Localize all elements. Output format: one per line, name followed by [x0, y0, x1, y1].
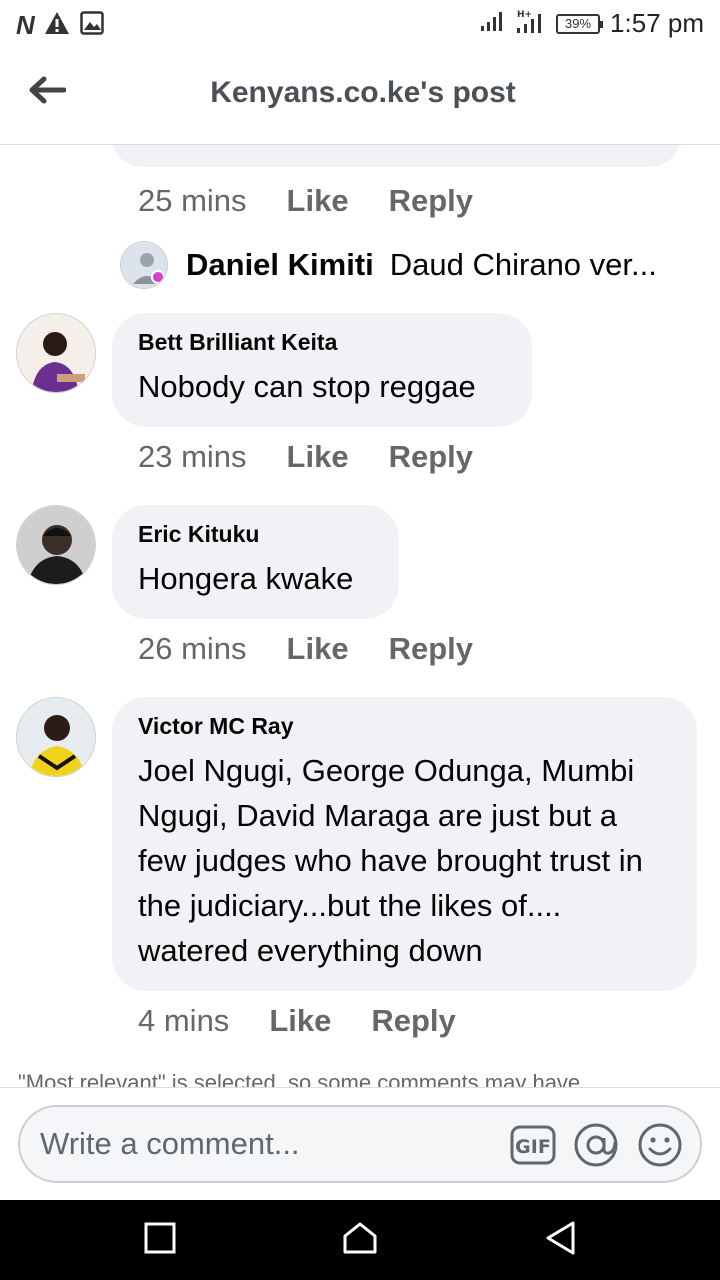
status-left: N — [16, 10, 104, 41]
smiley-icon[interactable] — [637, 1122, 683, 1168]
svg-text:H+: H+ — [517, 10, 532, 20]
like-button[interactable]: Like — [287, 183, 349, 219]
image-icon — [80, 11, 104, 40]
comment-bubble: Bett Brilliant Keita Nobody can stop reg… — [112, 313, 532, 427]
clock: 1:57 pm — [610, 8, 704, 38]
reply-text: Daud Chirano ver... — [389, 247, 657, 282]
square-icon — [144, 1222, 176, 1259]
comment-author[interactable]: Bett Brilliant Keita — [138, 329, 506, 356]
comment-author[interactable]: Eric Kituku — [138, 521, 373, 548]
avatar[interactable] — [16, 505, 96, 585]
relevance-note: "Most relevant" is selected, so some com… — [18, 1070, 581, 1087]
status-right: H+ 39% 1:57 pm — [480, 8, 704, 39]
status-bar: N H+ 39% 1:57 pm — [0, 0, 720, 48]
comment-meta: 25 mins Like Reply — [138, 183, 513, 219]
at-icon[interactable] — [573, 1122, 619, 1168]
page-title: Kenyans.co.ke's post — [210, 76, 516, 109]
comment-author[interactable]: Victor MC Ray — [138, 713, 671, 740]
triangle-back-icon — [544, 1220, 576, 1261]
reply-button[interactable]: Reply — [389, 631, 473, 667]
avatar — [120, 241, 168, 289]
comment-time: 25 mins — [138, 183, 247, 218]
warning-icon — [44, 11, 70, 40]
comment-meta: 23 mins Like Reply — [138, 439, 513, 475]
avatar[interactable] — [16, 313, 96, 393]
signal-icon — [480, 10, 506, 37]
comment-bubble: Eric Kituku Hongera kwake — [112, 505, 399, 619]
like-button[interactable]: Like — [269, 1003, 331, 1039]
comment-text: Joel Ngugi, George Odunga, Mumbi Ngugi, … — [138, 753, 643, 968]
reply-author[interactable]: Daniel Kimiti — [186, 247, 374, 283]
comment-composer[interactable]: GIF — [18, 1105, 702, 1183]
comment-time: 4 mins — [138, 1003, 230, 1038]
system-nav-bar — [0, 1200, 720, 1280]
like-button[interactable]: Like — [287, 439, 349, 475]
comment-time: 23 mins — [138, 439, 247, 474]
comment-time: 26 mins — [138, 631, 247, 666]
comments-feed[interactable]: 25 mins Like Reply Daniel Kimiti Daud Ch… — [0, 145, 720, 1087]
reply-button[interactable]: Reply — [389, 183, 473, 219]
home-button[interactable] — [338, 1218, 382, 1262]
comment-text: Hongera kwake — [138, 561, 354, 596]
avatar[interactable] — [16, 697, 96, 777]
carrier-icon: N — [16, 10, 35, 40]
comment-meta: 26 mins Like Reply — [138, 631, 513, 667]
reply-button[interactable]: Reply — [389, 439, 473, 475]
back-nav-button[interactable] — [538, 1218, 582, 1262]
gif-icon[interactable]: GIF — [510, 1122, 556, 1168]
comment-bubble: Victor MC Ray Joel Ngugi, George Odunga,… — [112, 697, 697, 991]
comment-input[interactable] — [40, 1107, 480, 1181]
previous-comment-bubble — [112, 145, 680, 167]
reply-preview[interactable]: Daniel Kimiti Daud Chirano ver... — [120, 241, 657, 289]
recents-button[interactable] — [138, 1218, 182, 1262]
svg-text:GIF: GIF — [515, 1136, 551, 1158]
comment-composer-area: GIF — [0, 1087, 720, 1200]
reaction-badge-icon — [151, 270, 165, 284]
reply-button[interactable]: Reply — [371, 1003, 455, 1039]
battery-icon: 39% — [556, 13, 604, 34]
comment-meta: 4 mins Like Reply — [138, 1003, 496, 1039]
home-icon — [342, 1221, 378, 1260]
post-header: Kenyans.co.ke's post — [0, 48, 720, 145]
like-button[interactable]: Like — [287, 631, 349, 667]
comment-text: Nobody can stop reggae — [138, 369, 476, 404]
hplus-signal-icon: H+ — [516, 8, 546, 39]
